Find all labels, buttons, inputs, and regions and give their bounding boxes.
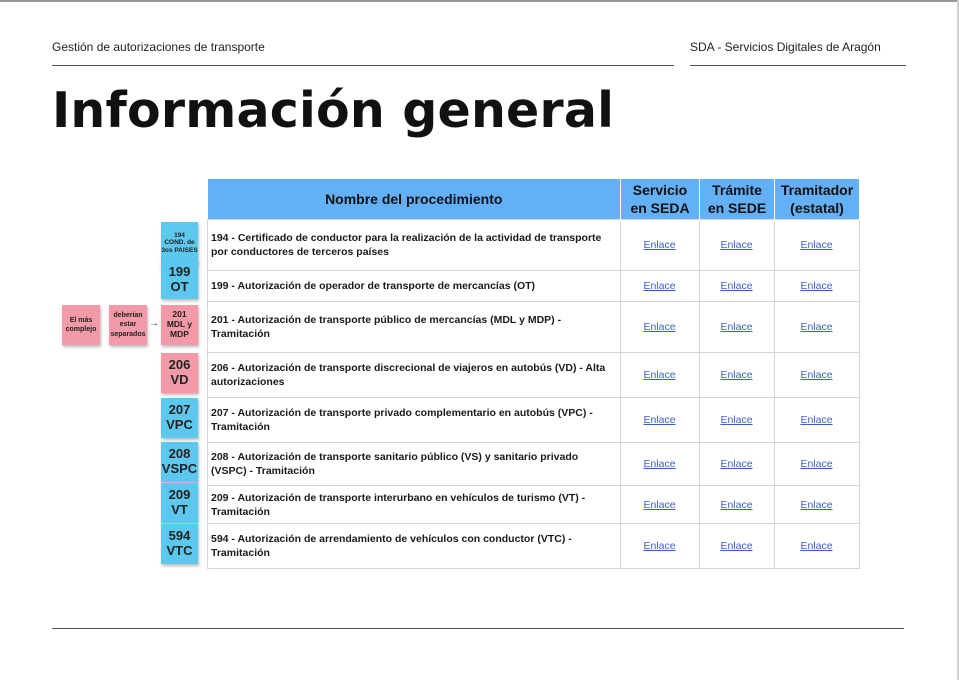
- sticky-note-201: 201 MDL y MDP: [161, 305, 198, 345]
- sede-link[interactable]: Enlace: [720, 499, 752, 511]
- seda-link[interactable]: Enlace: [643, 321, 675, 333]
- table-row: 201 - Autorización de transporte público…: [207, 301, 860, 353]
- sede-link[interactable]: Enlace: [720, 280, 752, 292]
- procedure-name: 194 - Certificado de conductor para la r…: [207, 219, 621, 271]
- seda-link[interactable]: Enlace: [643, 458, 675, 470]
- col-header-tramitador: Tramitador (estatal): [774, 179, 860, 220]
- seda-link[interactable]: Enlace: [643, 540, 675, 552]
- procedure-name: 201 - Autorización de transporte público…: [207, 301, 621, 353]
- sede-link[interactable]: Enlace: [720, 414, 752, 426]
- table-header-row: Nombre del procedimiento Servicio en SED…: [207, 179, 860, 220]
- sticky-label: VT: [171, 502, 188, 517]
- tramitador-link[interactable]: Enlace: [800, 239, 832, 251]
- sede-link[interactable]: Enlace: [720, 458, 752, 470]
- sticky-code: 199: [168, 264, 191, 280]
- sticky-label: VPC: [166, 417, 193, 432]
- procedure-name: 207 - Autorización de transporte privado…: [207, 397, 621, 443]
- table-row: 207 - Autorización de transporte privado…: [207, 397, 860, 443]
- sticky-note-199: 199 OT: [161, 261, 198, 299]
- sede-link[interactable]: Enlace: [720, 540, 752, 552]
- sticky-code: 208: [168, 446, 191, 462]
- sticky-note-207: 207 VPC: [161, 398, 198, 438]
- tramitador-link[interactable]: Enlace: [800, 499, 832, 511]
- table-row: 199 - Autorización de operador de transp…: [207, 270, 860, 302]
- table-row: 206 - Autorización de transporte discrec…: [207, 352, 860, 398]
- sticky-label: COND. de: [164, 239, 195, 247]
- sticky-label: VTC: [166, 543, 193, 558]
- sticky-code: 207: [168, 402, 191, 418]
- document-header-title: Gestión de autorizaciones de transporte: [52, 40, 265, 54]
- sticky-code: 194: [174, 231, 185, 239]
- col-header-seda: Servicio en SEDA: [620, 179, 700, 220]
- col-header-sede: Trámite en SEDE: [699, 179, 775, 220]
- sticky-note-594: 594 VTC: [161, 524, 198, 564]
- note-separados: deberían estar separados: [109, 305, 147, 345]
- seda-link[interactable]: Enlace: [643, 239, 675, 251]
- table-row: 209 - Autorización de transporte interur…: [207, 485, 860, 524]
- procedure-name: 209 - Autorización de transporte interur…: [207, 485, 621, 524]
- header-divider-left: [52, 65, 674, 66]
- tramitador-link[interactable]: Enlace: [800, 321, 832, 333]
- sticky-label: MDP: [170, 328, 189, 339]
- procedure-name: 199 - Autorización de operador de transp…: [207, 270, 621, 302]
- seda-link[interactable]: Enlace: [643, 369, 675, 381]
- note-mas-complejo: El más complejo: [62, 305, 100, 345]
- procedure-name: 206 - Autorización de transporte discrec…: [207, 352, 621, 398]
- procedure-name: 594 - Autorización de arrendamiento de v…: [207, 523, 621, 569]
- procedure-name: 208 - Autorización de transporte sanitar…: [207, 442, 621, 486]
- organization-name: SDA - Servicios Digitales de Aragón: [690, 40, 881, 54]
- footer-divider: [52, 628, 904, 629]
- tramitador-link[interactable]: Enlace: [800, 280, 832, 292]
- seda-link[interactable]: Enlace: [643, 499, 675, 511]
- seda-link[interactable]: Enlace: [643, 280, 675, 292]
- col-header-procedure: Nombre del procedimiento: [207, 179, 621, 220]
- sede-link[interactable]: Enlace: [720, 239, 752, 251]
- tramitador-link[interactable]: Enlace: [800, 369, 832, 381]
- procedures-table: Nombre del procedimiento Servicio en SED…: [207, 179, 860, 569]
- sticky-label: 3os PAISES: [161, 246, 198, 254]
- table-row: 208 - Autorización de transporte sanitar…: [207, 442, 860, 486]
- sticky-note-208: 208 VSPC: [161, 442, 198, 482]
- top-border: [0, 0, 959, 2]
- page-title: Información general: [52, 82, 615, 139]
- sticky-code: 209: [168, 487, 191, 503]
- sticky-note-206: 206 VD: [161, 353, 198, 393]
- sticky-code: 206: [168, 357, 191, 373]
- tramitador-link[interactable]: Enlace: [800, 458, 832, 470]
- table-row: 594 - Autorización de arrendamiento de v…: [207, 523, 860, 569]
- sticky-note-194: 194 COND. de 3os PAISES: [161, 222, 198, 264]
- seda-link[interactable]: Enlace: [643, 414, 675, 426]
- sticky-label: VSPC: [161, 461, 198, 476]
- sticky-label: VD: [170, 372, 189, 387]
- sede-link[interactable]: Enlace: [720, 321, 752, 333]
- tramitador-link[interactable]: Enlace: [800, 414, 832, 426]
- sticky-label: OT: [170, 279, 189, 294]
- arrow-icon: →: [149, 318, 159, 329]
- sede-link[interactable]: Enlace: [720, 369, 752, 381]
- sticky-code: 594: [168, 528, 191, 544]
- table-row: 194 - Certificado de conductor para la r…: [207, 219, 860, 271]
- sticky-note-209: 209 VT: [161, 483, 198, 523]
- tramitador-link[interactable]: Enlace: [800, 540, 832, 552]
- header-divider-right: [690, 65, 906, 66]
